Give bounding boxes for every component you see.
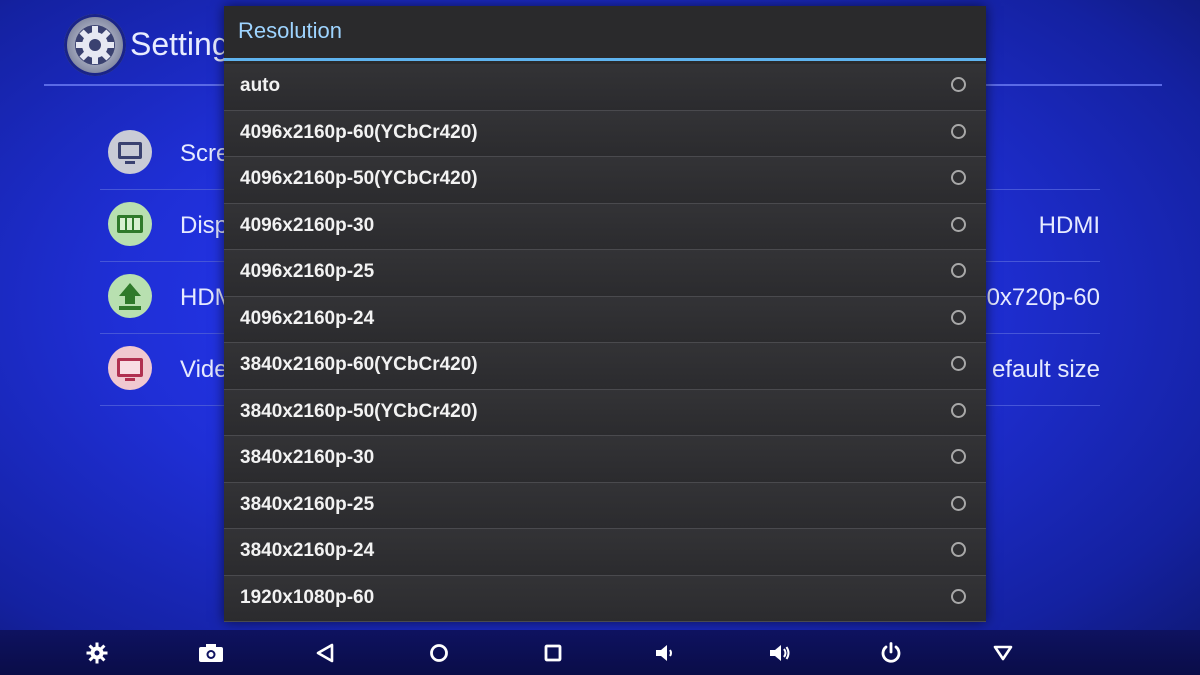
radio-button[interactable] [951, 356, 966, 371]
back-triangle-icon[interactable] [310, 638, 340, 668]
settings-gear-icon[interactable] [82, 638, 112, 668]
dialog-title: Resolution [238, 18, 342, 43]
option-label: 4096x2160p-25 [240, 261, 375, 282]
radio-button[interactable] [951, 170, 966, 185]
resolution-option[interactable]: 4096x2160p-30 [224, 203, 986, 250]
radio-button[interactable] [951, 495, 966, 511]
settings-row-label: Vide [180, 356, 228, 383]
radio-button[interactable] [951, 542, 966, 557]
settings-row-value: efault size [991, 356, 1100, 383]
resolution-option[interactable]: 3840x2160p-60(YCbCr420) [224, 343, 986, 390]
option-label: 3840x2160p-30 [240, 447, 375, 468]
resolution-option[interactable]: 3840x2160p-24 [224, 529, 986, 576]
power-icon[interactable] [876, 638, 906, 668]
radio-button[interactable] [951, 588, 966, 604]
hide-bar-down-icon[interactable] [988, 638, 1018, 668]
hdmi-icon [108, 274, 152, 318]
option-label: 3840x2160p-60(YCbCr420) [240, 354, 478, 375]
resolution-option[interactable]: 4096x2160p-60(YCbCr420) [224, 110, 986, 157]
home-circle-icon[interactable] [424, 638, 454, 668]
option-label: auto [240, 75, 281, 96]
settings-row-label: Disp [180, 212, 229, 239]
resolution-option[interactable]: 3840x2160p-50(YCbCr420) [224, 389, 986, 436]
radio-button[interactable] [951, 77, 966, 92]
radio-button[interactable] [951, 309, 966, 325]
screen-icon [108, 130, 152, 174]
resolution-option[interactable]: 4096x2160p-50(YCbCr420) [224, 157, 986, 204]
page-title: Setting [130, 26, 230, 62]
radio-button[interactable] [951, 449, 966, 464]
settings-row-value: HDMI [1038, 212, 1100, 239]
option-label: 4096x2160p-60(YCbCr420) [240, 121, 478, 143]
settings-row-value: 0x720p-60 [986, 284, 1100, 311]
radio-button[interactable] [951, 216, 966, 232]
radio-button[interactable] [951, 123, 966, 139]
option-label: 4096x2160p-30 [240, 214, 375, 236]
option-label: 4096x2160p-24 [240, 307, 375, 329]
radio-button[interactable] [951, 263, 966, 278]
dialog-title-divider [224, 58, 986, 61]
volume-down-icon[interactable] [650, 638, 680, 668]
resolution-options-list: auto 4096x2160p-60(YCbCr420) 4096x2160p-… [224, 64, 986, 622]
video-icon [108, 346, 152, 390]
option-label: 3840x2160p-24 [240, 540, 375, 561]
resolution-option[interactable]: 1920x1080p-60 [224, 575, 986, 622]
resolution-dialog: Resolution auto 4096x2160p-60(YCbCr420) … [224, 6, 986, 622]
option-label: 1920x1080p-60 [240, 586, 375, 608]
system-navigation-bar [0, 630, 1200, 675]
resolution-option[interactable]: 4096x2160p-25 [224, 250, 986, 297]
option-label: 3840x2160p-50(YCbCr420) [240, 400, 478, 422]
settings-gear-icon [64, 14, 126, 76]
resolution-option[interactable]: 3840x2160p-30 [224, 436, 986, 483]
settings-row-label: Scre [180, 140, 230, 167]
radio-button[interactable] [951, 402, 966, 418]
resolution-option[interactable]: 4096x2160p-24 [224, 296, 986, 343]
screenshot-camera-icon[interactable] [196, 638, 226, 668]
option-label: 4096x2160p-50(YCbCr420) [240, 168, 478, 189]
volume-up-icon[interactable] [764, 638, 794, 668]
resolution-option[interactable]: 3840x2160p-25 [224, 482, 986, 529]
resolution-option[interactable]: auto [224, 64, 986, 111]
recents-square-icon[interactable] [538, 638, 568, 668]
display-icon [108, 202, 152, 246]
option-label: 3840x2160p-25 [240, 493, 375, 515]
